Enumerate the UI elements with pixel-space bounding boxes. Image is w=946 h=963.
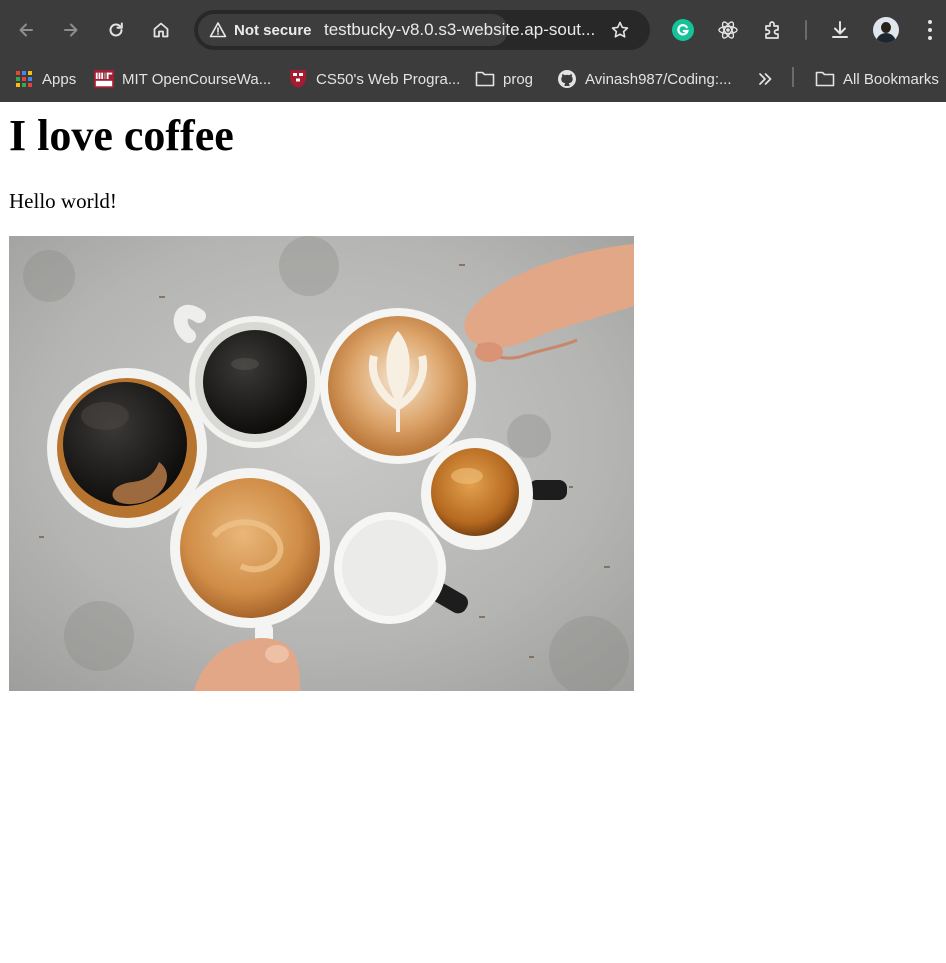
- download-icon: [832, 21, 848, 38]
- extensions-button[interactable]: [757, 14, 789, 46]
- bookmark-label: All Bookmarks: [843, 70, 939, 88]
- page-heading: I love coffee: [9, 111, 234, 160]
- puzzle-piece-icon: [765, 21, 779, 39]
- bookmark-all-bookmarks[interactable]: All Bookmarks: [815, 66, 939, 92]
- grammarly-icon: [672, 19, 694, 41]
- grammarly-extension-button[interactable]: [667, 14, 699, 46]
- bookmark-star-icon[interactable]: [608, 18, 632, 42]
- react-devtools-button[interactable]: [712, 14, 744, 46]
- security-chip-label: Not secure: [234, 21, 312, 39]
- bookmark-mit-ocw[interactable]: MIT OpenCourseWa...: [94, 66, 271, 92]
- double-chevron-right-icon: [755, 69, 775, 89]
- bookmarks-bar: Apps MIT OpenCourseWa... CS50's Web Prog…: [0, 60, 946, 98]
- github-icon: [557, 69, 577, 89]
- forward-arrow-icon: [64, 23, 78, 37]
- harvard-shield-icon: [288, 69, 308, 89]
- bookmark-label: CS50's Web Progra...: [316, 70, 461, 88]
- reload-icon: [109, 22, 123, 37]
- avatar-body: [876, 33, 896, 43]
- browser-menu-icon[interactable]: [920, 18, 940, 42]
- bookmarks-divider: [792, 67, 794, 87]
- react-atom-icon: [718, 21, 738, 39]
- home-button[interactable]: [145, 14, 177, 46]
- page-content: I love coffee Hello world!: [0, 102, 946, 963]
- forward-button[interactable]: [55, 14, 87, 46]
- back-button[interactable]: [10, 14, 42, 46]
- apps-grid-icon: [14, 69, 34, 89]
- browser-toolbar: Not secure testbucky-v8.0.s3-website.ap-…: [0, 0, 946, 60]
- warning-triangle-icon: [208, 20, 228, 40]
- toolbar-divider: [805, 20, 807, 40]
- home-icon: [153, 22, 169, 38]
- bookmark-label: Apps: [42, 70, 77, 88]
- bookmark-label: prog: [503, 70, 534, 88]
- profile-avatar[interactable]: [873, 17, 899, 43]
- mit-ocw-icon: [94, 69, 114, 89]
- bookmark-apps[interactable]: Apps: [14, 66, 76, 92]
- coffee-cups-photo: [9, 236, 634, 691]
- bookmarks-overflow-button[interactable]: [755, 66, 783, 92]
- reload-button[interactable]: [100, 14, 132, 46]
- bookmark-cs50-web[interactable]: CS50's Web Progra...: [288, 66, 460, 92]
- back-arrow-icon: [19, 23, 33, 37]
- downloads-button[interactable]: [824, 14, 856, 46]
- bookmark-label: MIT OpenCourseWa...: [122, 70, 272, 88]
- address-bar[interactable]: Not secure testbucky-v8.0.s3-website.ap-…: [194, 10, 650, 50]
- bookmark-label: Avinash987/Coding:...: [585, 70, 732, 88]
- avatar-head: [881, 22, 891, 33]
- browser-chrome: Not secure testbucky-v8.0.s3-website.ap-…: [0, 0, 946, 102]
- folder-icon: [815, 69, 835, 89]
- folder-icon: [475, 69, 495, 89]
- bookmark-github-repo[interactable]: Avinash987/Coding:...: [557, 66, 732, 92]
- bookmark-folder-prog[interactable]: prog: [475, 66, 533, 92]
- url-text[interactable]: testbucky-v8.0.s3-website.ap-sout...: [324, 20, 595, 40]
- page-paragraph: Hello world!: [9, 189, 117, 213]
